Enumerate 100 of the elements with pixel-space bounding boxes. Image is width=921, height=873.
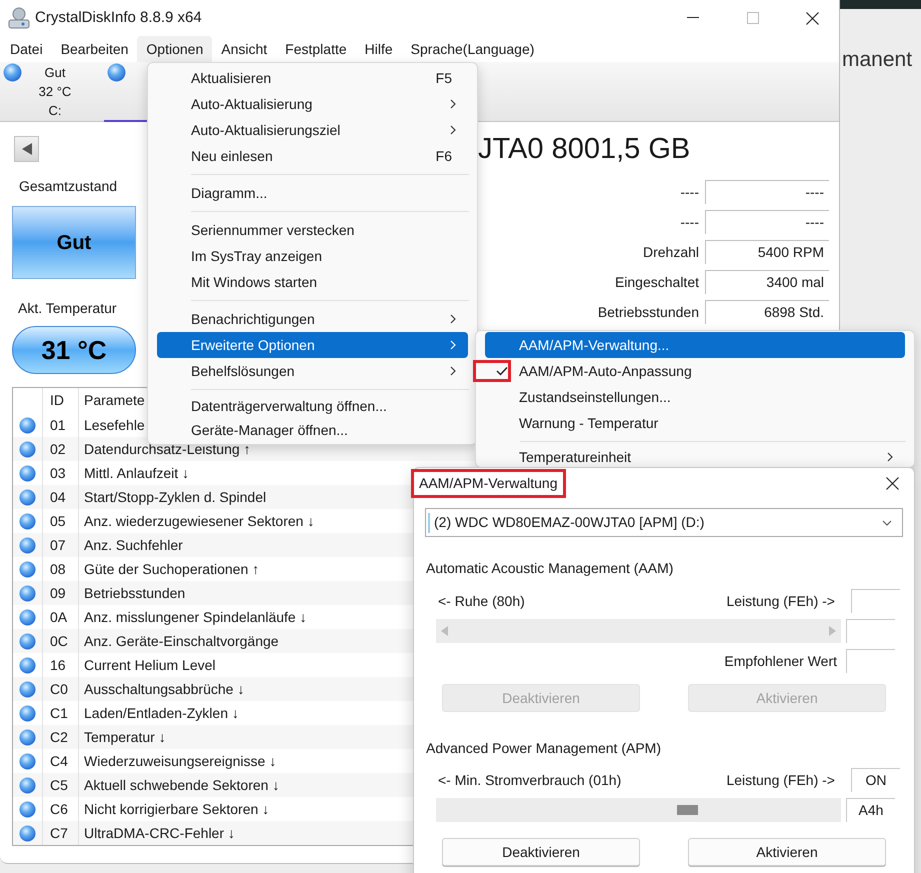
parameter-cell-text: Nicht korrigierbare Sektoren ↓ (84, 800, 270, 819)
max-label: Leistung (FEh) -> (726, 770, 835, 790)
recommended-label: Empfohlener Wert (724, 652, 837, 671)
menu-item[interactable]: Benachrichtigungen (157, 306, 468, 332)
menu-item[interactable]: Geräte-Manager öffnen... (157, 418, 468, 442)
status-dot-icon (19, 656, 36, 674)
highlight-frame (473, 360, 511, 382)
parameter-cell-text: Anz. wiederzugewiesener Sektoren ↓ (84, 512, 314, 531)
status-dot-icon (19, 488, 36, 506)
menu-item[interactable]: Seriennummer verstecken (157, 217, 468, 243)
info-label: Betriebsstunden (598, 302, 699, 322)
health-label: Gesamtzustand (19, 177, 118, 196)
parameter-cell-text: Anz. Suchfehler (84, 536, 183, 554)
parameter-cell-text: Aktuell schwebende Sektoren ↓ (84, 776, 280, 794)
menu-item[interactable]: Mit Windows starten (157, 269, 468, 295)
parameter-cell-text: Start/Stopp-Zyklen d. Spindel (84, 488, 266, 507)
window-title: CrystalDiskInfo 8.8.9 x64 (35, 8, 203, 28)
menu-item[interactable]: Im SysTray anzeigen (157, 243, 468, 269)
info-value: 5400 RPM (705, 240, 829, 264)
status-dot-icon (19, 704, 36, 722)
status-dot-icon (19, 824, 36, 842)
section-heading: Advanced Power Management (APM) (425, 739, 662, 758)
status-dot-icon (19, 632, 36, 650)
menu-bar-item[interactable]: Bearbeiten (52, 36, 138, 62)
info-value: 6898 Std. (705, 300, 829, 324)
status-dot-icon (19, 776, 36, 794)
info-label: Eingeschaltet (614, 272, 699, 292)
parameter-cell-text: Mittl. Anlaufzeit ↓ (84, 464, 190, 482)
chevron-down-icon (882, 520, 892, 526)
drive-dropdown[interactable]: (2) WDC WD80EMAZ-00WJTA0 [APM] (D:) (425, 508, 903, 537)
status-dot-icon (107, 63, 126, 82)
right-arrow-icon (829, 626, 836, 636)
dialog-title: AAM/APM-Verwaltung (419, 474, 558, 490)
model-title: JTA0 8001,5 GB (478, 132, 690, 167)
menu-bar-item[interactable]: Ansicht (212, 36, 276, 62)
menu-item[interactable]: Auto-Aktualisierungsziel (157, 117, 468, 143)
info-label: Drehzahl (642, 242, 699, 262)
close-icon[interactable] (886, 476, 899, 490)
status-dot-icon (19, 728, 36, 746)
menu-item[interactable]: Diagramm... (157, 180, 468, 206)
parameter-cell-text: UltraDMA-CRC-Fehler ↓ (84, 824, 235, 842)
temperature-label: Akt. Temperatur (18, 299, 118, 318)
info-value: ---- (705, 180, 829, 204)
menu-item[interactable]: Behelfslösungen (157, 358, 468, 384)
status-field (851, 589, 900, 613)
info-label: ---- (680, 212, 699, 232)
min-label: <- Min. Stromverbrauch (01h) (438, 770, 622, 790)
menu-bar-item[interactable]: Hilfe (356, 36, 402, 62)
section-heading: Automatic Acoustic Management (AAM) (425, 559, 674, 578)
info-label: ---- (680, 182, 699, 202)
menu-item[interactable]: Aktualisieren F5 (157, 65, 468, 91)
disk-icon (7, 7, 31, 29)
parameter-cell-text: Ausschaltungsabbrüche ↓ (84, 680, 244, 699)
parameter-cell-text: Lesefehle (84, 416, 145, 434)
recommended-field (846, 649, 895, 673)
menu-item[interactable]: AAM/APM-Verwaltung... (485, 332, 905, 358)
dialog-button[interactable]: Aktivieren (688, 838, 886, 866)
id-cell: C7 (43, 821, 79, 845)
status-dot-icon (19, 464, 36, 482)
menu-bar-item[interactable]: Sprache(Language) (402, 36, 544, 62)
menu-item[interactable]: Auto-Aktualisierung (157, 91, 468, 117)
slider-track[interactable] (436, 619, 841, 643)
info-value: 3400 mal (705, 270, 829, 294)
status-field: ON (851, 768, 900, 792)
menu-item[interactable]: Zustandseinstellungen... (511, 384, 905, 410)
menu-bar-item[interactable]: Datei (1, 36, 52, 62)
minimize-icon[interactable] (687, 17, 699, 19)
min-label: <- Ruhe (80h) (438, 592, 525, 611)
info-value: ---- (705, 210, 829, 234)
disk-drive: C: (48, 102, 62, 120)
shortcut-label: F5 (436, 68, 452, 88)
dialog-button[interactable]: Deaktivieren (442, 838, 640, 866)
left-arrow-icon (441, 626, 448, 636)
parameter-cell-text: Current Helium Level (84, 656, 216, 674)
menu-item[interactable]: Temperatureinheit (511, 447, 905, 467)
menu-item[interactable]: Neu einlesen F6 (157, 143, 468, 169)
background-text: manent (842, 47, 914, 73)
close-icon[interactable] (806, 12, 819, 24)
parameter-cell-text: Temperatur ↓ (84, 728, 166, 747)
temperature-reading: 31 °C (12, 326, 136, 374)
menu-item[interactable]: Erweiterte Optionen (157, 332, 468, 358)
status-dot-icon (19, 560, 36, 578)
status-dot-icon (19, 440, 36, 458)
slider-thumb[interactable] (677, 805, 698, 815)
value-field: A4h (846, 798, 895, 822)
left-triangle-icon (22, 143, 32, 155)
menu-item[interactable]: AAM/APM-Auto-Anpassung (511, 358, 905, 384)
status-dot-icon (19, 416, 36, 434)
status-dot-icon (19, 800, 36, 818)
disk-tab[interactable]: Gut 32 °C C: (0, 62, 104, 122)
parameter-cell-text: Betriebsstunden (84, 584, 186, 602)
menu-bar-item[interactable]: Optionen (137, 36, 212, 62)
health-status-button[interactable]: Gut (12, 206, 136, 279)
menu-item[interactable]: Warnung - Temperatur (511, 410, 905, 436)
previous-disk-button[interactable] (14, 136, 39, 162)
status-dot-icon (19, 608, 36, 626)
menu-item[interactable]: Datenträgerverwaltung öffnen... (157, 394, 468, 418)
status-dot-icon (3, 63, 22, 82)
column-header[interactable]: Paramete (84, 390, 145, 411)
menu-bar-item[interactable]: Festplatte (276, 36, 356, 62)
